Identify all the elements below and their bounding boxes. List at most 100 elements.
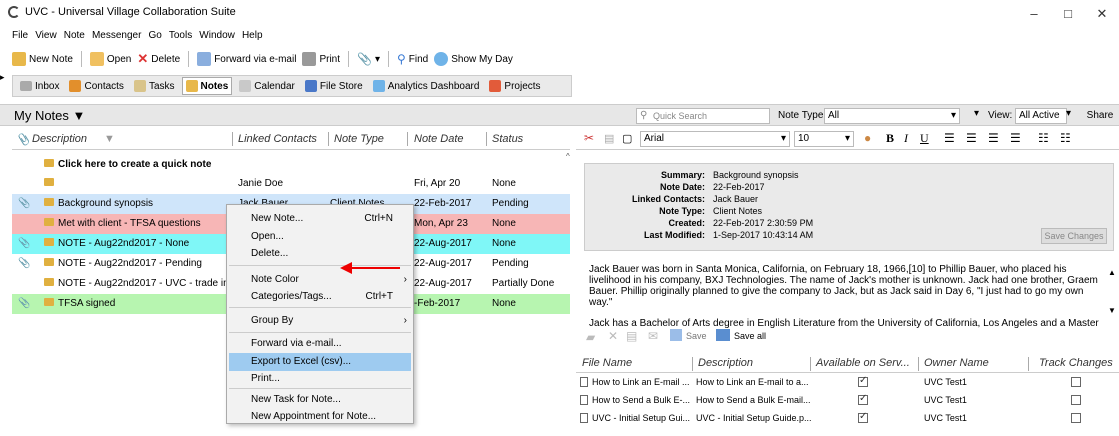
delete-x-icon[interactable]: ✕ xyxy=(608,329,618,343)
menu-note[interactable]: Note xyxy=(64,30,85,41)
bullet-list-icon[interactable]: ☷ xyxy=(1060,131,1071,145)
page-title[interactable]: My Notes ▼ xyxy=(14,108,85,123)
row-description: Met with client - TFSA questions xyxy=(58,218,201,229)
editor-scroll-down-icon[interactable]: ▼ xyxy=(1108,306,1116,315)
track-changes-checkbox[interactable] xyxy=(1071,377,1081,387)
copy-icon[interactable]: ▢ xyxy=(622,132,632,145)
col-status[interactable]: Status xyxy=(492,133,523,145)
col-description[interactable]: Description xyxy=(698,357,753,369)
available-on-server-checkbox[interactable] xyxy=(858,375,868,387)
print-button[interactable]: Print xyxy=(302,52,340,66)
notes-grid-header: 📎 Description ▼ Linked Contacts Note Typ… xyxy=(12,128,570,150)
note-body-editor[interactable]: Jack Bauer was born in Santa Monica, Cal… xyxy=(589,264,1104,329)
show-my-day-button[interactable]: Show My Day xyxy=(434,52,513,66)
menu-new-appointment[interactable]: New Appointment for Note... xyxy=(251,411,376,422)
menu-group-by[interactable]: Group By xyxy=(251,315,293,326)
new-note-button[interactable]: New Note xyxy=(12,52,73,66)
col-linked-contacts[interactable]: Linked Contacts xyxy=(238,133,317,145)
col-description[interactable]: Description xyxy=(32,133,87,145)
minimize-button[interactable]: – xyxy=(1016,2,1052,26)
menu-delete[interactable]: Delete... xyxy=(251,248,288,259)
align-left-icon[interactable]: ☰ xyxy=(944,131,955,145)
tab-projects[interactable]: Projects xyxy=(486,78,543,94)
menu-note-color[interactable]: Note Color xyxy=(251,274,299,285)
col-note-date[interactable]: Note Date xyxy=(414,133,464,145)
justify-icon[interactable]: ☰ xyxy=(1010,131,1021,145)
editor-scroll-up-icon[interactable]: ▲ xyxy=(1108,268,1116,277)
note-icon xyxy=(44,178,54,186)
nav-expander-icon[interactable]: ▸ xyxy=(0,72,5,83)
col-file-name[interactable]: File Name xyxy=(582,357,632,369)
menu-view[interactable]: View xyxy=(35,30,57,41)
attachment-description: UVC - Initial Setup Guide.p... xyxy=(696,413,812,423)
find-button[interactable]: ⚲ Find xyxy=(397,52,428,66)
menu-new-task[interactable]: New Task for Note... xyxy=(251,394,341,405)
save-button[interactable]: Save xyxy=(686,331,707,341)
col-owner-name[interactable]: Owner Name xyxy=(924,357,989,369)
table-row[interactable]: Janie Doe Fri, Apr 20 None xyxy=(12,174,570,194)
vertical-scrollbar[interactable]: ^ xyxy=(566,152,572,432)
quick-search-input[interactable]: Quick Search xyxy=(636,108,770,124)
menu-forward-email[interactable]: Forward via e-mail... xyxy=(251,338,342,349)
forward-email-button[interactable]: Forward via e-mail xyxy=(197,52,296,66)
tab-calendar[interactable]: Calendar xyxy=(236,78,298,94)
note-paragraph: Jack Bauer was born in Santa Monica, Cal… xyxy=(589,264,1098,308)
maximize-button[interactable]: □ xyxy=(1050,2,1086,26)
color-palette-icon[interactable]: ● xyxy=(864,131,871,145)
forward-mail-icon[interactable]: ✉ xyxy=(648,329,658,343)
tab-tasks[interactable]: Tasks xyxy=(131,78,178,94)
menu-open[interactable]: Open... xyxy=(251,231,284,242)
open-folder-icon[interactable]: ▰ xyxy=(586,330,595,344)
font-size-select[interactable]: 10 ▾ xyxy=(794,131,854,147)
menu-file[interactable]: File xyxy=(12,30,28,41)
bold-icon[interactable]: B xyxy=(886,131,894,146)
menu-categories-tags[interactable]: Categories/Tags... xyxy=(251,291,332,302)
menu-window[interactable]: Window xyxy=(199,30,235,41)
share-button[interactable]: Share xyxy=(1082,108,1118,124)
menu-print[interactable]: Print... xyxy=(251,373,280,384)
menu-new-note[interactable]: New Note... xyxy=(251,213,303,224)
open-button[interactable]: Open xyxy=(89,52,131,66)
delete-button[interactable]: ✕ Delete xyxy=(137,51,180,67)
menu-tools[interactable]: Tools xyxy=(169,30,192,41)
menu-messenger[interactable]: Messenger xyxy=(92,30,141,41)
save-changes-button[interactable]: Save Changes xyxy=(1041,228,1107,244)
font-select[interactable]: Arial ▾ xyxy=(640,131,790,147)
align-right-icon[interactable]: ☰ xyxy=(988,131,999,145)
numbered-list-icon[interactable]: ☷ xyxy=(1038,131,1049,145)
attachment-description: How to Send a Bulk E-mail... xyxy=(696,395,811,405)
note-type-select[interactable]: All ▾ xyxy=(824,108,960,124)
col-available-on-server[interactable]: Available on Serv... xyxy=(816,357,910,369)
view-select[interactable]: All Active xyxy=(1015,108,1067,124)
close-button[interactable]: ✕ xyxy=(1084,2,1119,26)
quick-note-row[interactable]: Click here to create a quick note xyxy=(12,155,570,175)
attachment-row[interactable]: How to Send a Bulk E-... How to Send a Bu… xyxy=(576,392,1119,410)
scroll-up-icon[interactable]: ^ xyxy=(566,152,572,161)
print-icon[interactable]: ▤ xyxy=(626,329,637,343)
menu-help[interactable]: Help xyxy=(242,30,263,41)
italic-icon[interactable]: I xyxy=(904,131,908,146)
menu-go[interactable]: Go xyxy=(148,30,161,41)
menu-export-excel[interactable]: Export to Excel (csv)... xyxy=(251,356,351,367)
tab-inbox[interactable]: Inbox xyxy=(17,79,62,94)
tab-notes[interactable]: Notes xyxy=(181,77,233,95)
shortcut-categories: Ctrl+T xyxy=(365,291,394,302)
col-track-changes[interactable]: Track Changes xyxy=(1039,357,1113,369)
available-on-server-checkbox[interactable] xyxy=(858,393,868,405)
save-all-button[interactable]: Save all xyxy=(734,331,766,341)
col-note-type[interactable]: Note Type xyxy=(334,133,384,145)
tab-file-store[interactable]: File Store xyxy=(302,78,366,94)
tab-contacts[interactable]: Contacts xyxy=(66,78,126,94)
attach-dropdown[interactable]: 📎 ▾ xyxy=(357,52,380,66)
track-changes-checkbox[interactable] xyxy=(1071,395,1081,405)
attachment-row[interactable]: How to Link an E-mail ... How to Link an … xyxy=(576,374,1119,392)
attachment-file-name: How to Link an E-mail ... xyxy=(592,377,690,387)
align-center-icon[interactable]: ☰ xyxy=(966,131,977,145)
tab-analytics-dashboard[interactable]: Analytics Dashboard xyxy=(370,78,483,94)
paste-icon[interactable]: ▤ xyxy=(604,132,614,145)
cut-icon[interactable]: ✂ xyxy=(584,131,594,145)
underline-icon[interactable]: U xyxy=(920,131,929,146)
attachment-row[interactable]: UVC - Initial Setup Gui... UVC - Initial … xyxy=(576,410,1119,428)
track-changes-checkbox[interactable] xyxy=(1071,413,1081,423)
available-on-server-checkbox[interactable] xyxy=(858,411,868,423)
